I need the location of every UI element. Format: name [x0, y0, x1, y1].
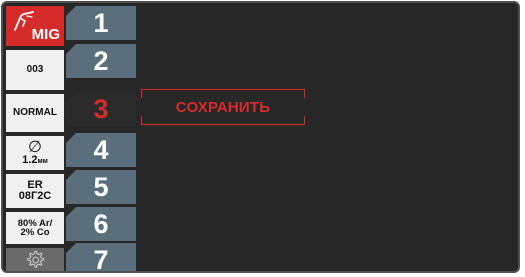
- gear-icon: [24, 249, 46, 271]
- slot-label: 4: [93, 134, 109, 165]
- save-button[interactable]: СОХРАНИТЬ: [141, 89, 305, 125]
- diameter-value: 1.2: [22, 154, 38, 166]
- slot-label: 7: [93, 244, 109, 273]
- gas-line2: 2% Co: [20, 227, 50, 238]
- wire-type-selector[interactable]: ER 08Г2С: [6, 174, 64, 208]
- program-number[interactable]: 003: [6, 50, 64, 90]
- gas-selector[interactable]: 80% Ar/ 2% Co: [6, 212, 64, 244]
- mode-selector[interactable]: NORMAL: [6, 94, 64, 132]
- process-label: MIG: [31, 26, 60, 43]
- memory-slot-7[interactable]: 7: [66, 243, 136, 273]
- slot-label: 2: [93, 45, 109, 76]
- slot-label: 6: [93, 208, 109, 239]
- program-value: 003: [26, 64, 44, 75]
- mode-value: NORMAL: [13, 107, 57, 118]
- memory-slot-5[interactable]: 5: [66, 170, 136, 204]
- memory-slot-1[interactable]: 1: [66, 6, 136, 40]
- memory-slot-2[interactable]: 2: [66, 44, 136, 78]
- welder-screen: MIG 003 NORMAL ∅ 1.2мм ER 08Г2С 80% Ar/ …: [1, 1, 520, 273]
- memory-slot-3[interactable]: 3: [66, 92, 136, 126]
- save-label: СОХРАНИТЬ: [175, 98, 271, 116]
- diameter-unit: мм: [37, 158, 48, 165]
- diameter-icon: ∅: [28, 139, 42, 156]
- slot-label: 3: [93, 93, 109, 124]
- diameter-value-line: 1.2мм: [22, 155, 48, 166]
- process-mig-button[interactable]: MIG: [6, 6, 64, 46]
- slot-label: 5: [93, 171, 109, 202]
- memory-slot-4[interactable]: 4: [66, 133, 136, 167]
- wire-diameter-selector[interactable]: ∅ 1.2мм: [6, 136, 64, 170]
- memory-slot-6[interactable]: 6: [66, 207, 136, 241]
- slot-label: 1: [93, 7, 109, 38]
- settings-button[interactable]: [6, 248, 64, 271]
- wire-type-line2: 08Г2С: [18, 190, 52, 202]
